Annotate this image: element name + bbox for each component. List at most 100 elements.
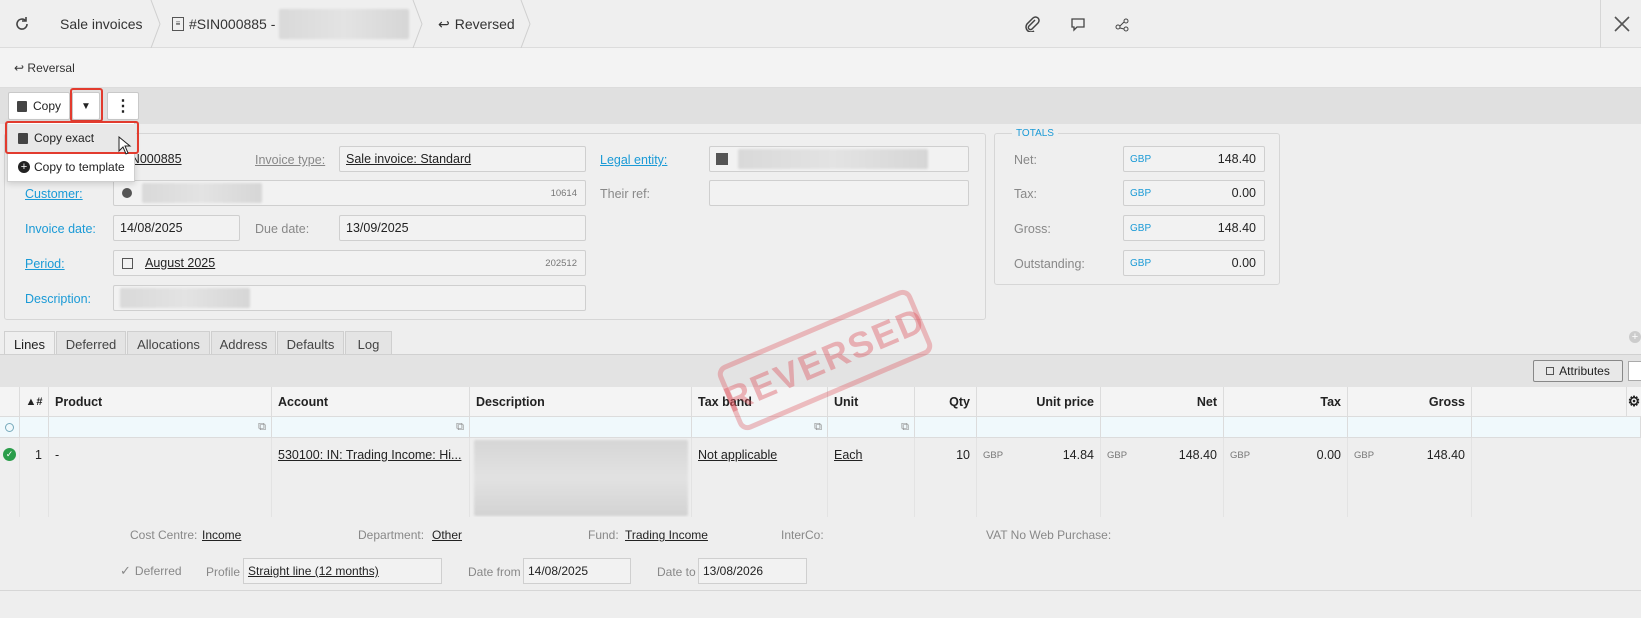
attachment-icon[interactable]: [1020, 12, 1044, 36]
invoice-type-value: Sale invoice: Standard: [346, 152, 472, 166]
invoice-date-field[interactable]: 14/08/2025: [113, 215, 240, 241]
row-product[interactable]: -: [49, 438, 272, 518]
row-description[interactable]: [470, 438, 692, 518]
refresh-icon[interactable]: [10, 12, 34, 36]
row-status-cell[interactable]: ✓: [0, 438, 20, 518]
date-from-field[interactable]: 14/08/2025: [523, 558, 631, 584]
date-to-field[interactable]: 13/08/2026: [698, 558, 807, 584]
their-ref-label: Their ref:: [600, 187, 651, 201]
filter-unit[interactable]: ⧉: [828, 416, 915, 438]
column-header-product[interactable]: Product: [49, 387, 272, 416]
cost-centre-label: Cost Centre:: [130, 528, 198, 542]
column-header-qty[interactable]: Qty: [915, 387, 977, 416]
copy-dropdown-menu: Copy exact + Copy to template: [5, 121, 139, 182]
row-account[interactable]: 530100: IN: Trading Income: Hi...: [272, 438, 470, 518]
customer-field[interactable]: 10614: [113, 180, 586, 206]
their-ref-field[interactable]: [709, 180, 969, 206]
add-tab-icon[interactable]: +: [1629, 331, 1641, 343]
attributes-button[interactable]: Attributes: [1533, 360, 1623, 382]
comment-icon[interactable]: [1066, 12, 1090, 36]
filter-description[interactable]: [470, 416, 692, 438]
legal-entity-field[interactable]: [709, 146, 969, 172]
period-label[interactable]: Period:: [25, 257, 65, 271]
row-account-value: 530100: IN: Trading Income: Hi...: [278, 448, 462, 462]
invoice-type-field[interactable]: Sale invoice: Standard: [339, 146, 586, 172]
filter-tax[interactable]: [1224, 416, 1348, 438]
row-net: GBP 148.40: [1101, 438, 1224, 518]
filter-qty[interactable]: [915, 416, 977, 438]
highlight-box: [70, 88, 103, 122]
filter-net[interactable]: [1101, 416, 1224, 438]
description-label: Description:: [25, 292, 91, 306]
reversal-link[interactable]: ↩ Reversal: [14, 61, 75, 75]
open-external-icon[interactable]: ⧉: [258, 421, 266, 434]
column-header-number[interactable]: ▲#: [20, 387, 49, 416]
department-value[interactable]: Other: [432, 528, 462, 542]
legal-entity-label[interactable]: Legal entity:: [600, 153, 667, 167]
column-header-account[interactable]: Account: [272, 387, 470, 416]
currency-code: GBP: [1107, 450, 1128, 461]
copy-label: Copy: [32, 99, 61, 113]
mouse-cursor-icon: [118, 136, 132, 155]
invoice-type-label: Invoice type:: [255, 153, 326, 167]
net-field: GBP 148.40: [1123, 146, 1265, 172]
filter-unit-price[interactable]: [977, 416, 1101, 438]
cost-centre-value[interactable]: Income: [202, 528, 241, 542]
gross-value: 148.40: [1217, 221, 1256, 235]
open-external-icon[interactable]: ⧉: [456, 421, 464, 434]
menu-item-copy-to-template[interactable]: + Copy to template: [8, 153, 136, 181]
calendar-icon: [122, 257, 133, 269]
reversal-bar: ↩ Reversal: [0, 48, 1641, 88]
filter-select-cell[interactable]: [0, 416, 20, 438]
column-header-description[interactable]: Description: [470, 387, 692, 416]
column-header-tax[interactable]: Tax: [1224, 387, 1348, 416]
column-settings-icon[interactable]: ⚙: [1627, 387, 1641, 416]
column-header-unit-price[interactable]: Unit price: [977, 387, 1101, 416]
breadcrumb-sale-invoices[interactable]: Sale invoices: [60, 0, 143, 48]
profile-field[interactable]: Straight line (12 months): [243, 558, 442, 584]
interco-label: InterCo:: [781, 528, 824, 542]
department-label: Department:: [358, 528, 425, 542]
profile-label: Profile: [206, 565, 241, 579]
column-header-gross[interactable]: Gross: [1348, 387, 1472, 416]
reversal-label: Reversal: [27, 60, 75, 75]
fund-value[interactable]: Trading Income: [625, 528, 708, 542]
row-tax-band[interactable]: Not applicable: [692, 438, 828, 518]
open-external-icon[interactable]: ⧉: [814, 421, 822, 434]
share-icon[interactable]: [1110, 12, 1134, 36]
breadcrumb-invoice[interactable]: ≡ #SIN000885 -: [172, 0, 410, 48]
currency-code: GBP: [983, 450, 1004, 461]
outstanding-label: Outstanding:: [1014, 257, 1085, 271]
row-tax: GBP 0.00: [1224, 438, 1348, 518]
date-to-value: 13/08/2026: [703, 564, 764, 578]
copy-button[interactable]: Copy: [8, 92, 70, 120]
due-date-field[interactable]: 13/09/2025: [339, 215, 586, 241]
column-header-unit[interactable]: Unit: [828, 387, 915, 416]
filter-account[interactable]: ⧉: [272, 416, 470, 438]
open-external-icon[interactable]: [1628, 361, 1641, 381]
deferred-checkbox[interactable]: ✓ Deferred: [120, 563, 182, 579]
row-qty[interactable]: 10: [915, 438, 977, 518]
check-icon: ✓: [120, 563, 131, 578]
column-header-net[interactable]: Net: [1101, 387, 1224, 416]
row-unit-price[interactable]: GBP 14.84: [977, 438, 1101, 518]
filter-gross[interactable]: [1348, 416, 1472, 438]
row-unit[interactable]: Each: [828, 438, 915, 518]
description-field[interactable]: [113, 285, 586, 311]
filter-product[interactable]: ⧉: [49, 416, 272, 438]
period-field[interactable]: August 2025 202512: [113, 250, 586, 276]
filter-number[interactable]: [20, 416, 49, 438]
open-external-icon[interactable]: ⧉: [901, 421, 909, 434]
net-value: 148.40: [1217, 152, 1256, 166]
customer-label[interactable]: Customer:: [25, 187, 83, 201]
close-icon[interactable]: [1610, 12, 1634, 36]
due-date-value: 13/09/2025: [346, 221, 409, 235]
redacted-description: [120, 288, 250, 308]
breadcrumb-reversed-label: Reversed: [454, 16, 515, 32]
currency-code: GBP: [1130, 187, 1152, 199]
outstanding-field: GBP 0.00: [1123, 250, 1265, 276]
row-unit-value: Each: [834, 448, 863, 462]
breadcrumb-reversed[interactable]: ↩ Reversed: [438, 0, 515, 48]
more-options-button[interactable]: ⋮: [107, 92, 139, 120]
attributes-label: Attributes: [1559, 364, 1610, 378]
